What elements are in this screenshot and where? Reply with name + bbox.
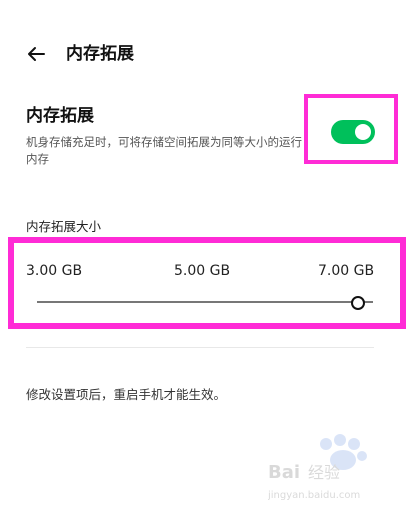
top-app-bar: 内存拓展 xyxy=(0,0,408,100)
page-title: 内存拓展 xyxy=(66,44,134,64)
svg-text:jingyan.baidu.com: jingyan.baidu.com xyxy=(268,490,360,501)
memory-extension-label: 内存拓展 xyxy=(26,106,94,126)
svg-text:经验: 经验 xyxy=(308,463,340,482)
size-option-5gb: 5.00 GB xyxy=(174,263,231,279)
size-slider-track[interactable] xyxy=(37,301,373,303)
divider xyxy=(26,347,374,348)
watermark-logo: Bai 经验 jingyan.baidu.com xyxy=(268,434,367,501)
svg-text:Bai: Bai xyxy=(268,462,300,483)
size-option-3gb: 3.00 GB xyxy=(26,263,83,279)
slider-highlight-box xyxy=(8,237,406,329)
memory-extension-description: 机身存储充足时，可将存储空间拓展为同等大小的运行内存 xyxy=(26,135,302,166)
back-arrow-icon[interactable] xyxy=(24,42,48,66)
extension-size-label: 内存拓展大小 xyxy=(26,219,102,234)
restart-note: 修改设置项后，重启手机才能生效。 xyxy=(26,387,227,402)
toggle-knob xyxy=(355,124,371,140)
size-option-7gb: 7.00 GB xyxy=(318,263,375,279)
memory-extension-toggle[interactable] xyxy=(331,120,375,144)
size-slider-thumb[interactable] xyxy=(351,296,365,310)
